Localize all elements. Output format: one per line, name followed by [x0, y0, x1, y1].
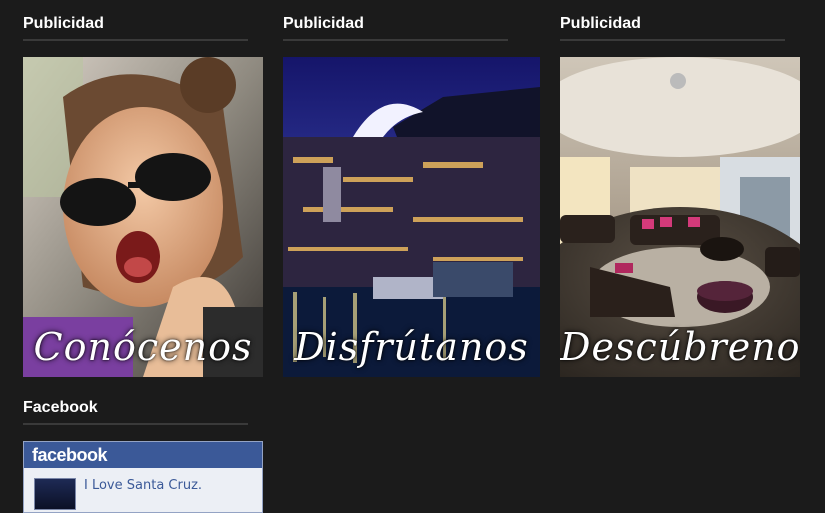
widget-title-publicidad: Publicidad [283, 0, 508, 41]
facebook-widget: Facebook [23, 384, 248, 425]
widget-title-publicidad: Publicidad [560, 0, 785, 41]
widget-title-facebook: Facebook [23, 384, 248, 425]
advert-widget-3: Publicidad [560, 0, 785, 41]
facebook-like-box[interactable]: facebook I Love Santa Cruz. [23, 441, 263, 513]
facebook-page-thumbnail[interactable] [34, 478, 76, 510]
ad-disfrutanos-caption: Disfrútanos [294, 325, 529, 369]
ad-conocenos-caption: Conócenos [33, 325, 253, 369]
ad-disfrutanos-banner[interactable]: Disfrútanos [283, 57, 540, 377]
advert-widget-1: Publicidad [23, 0, 248, 41]
facebook-page-link[interactable]: I Love Santa Cruz. [84, 478, 202, 493]
ad-conocenos-banner[interactable]: Conócenos [23, 57, 263, 377]
facebook-logo: facebook [24, 442, 262, 468]
ad-descubrenos-banner[interactable]: Descúbrenos [560, 57, 800, 377]
widget-title-publicidad: Publicidad [23, 0, 248, 41]
advert-widget-2: Publicidad [283, 0, 508, 41]
ad-descubrenos-caption: Descúbrenos [560, 325, 800, 369]
